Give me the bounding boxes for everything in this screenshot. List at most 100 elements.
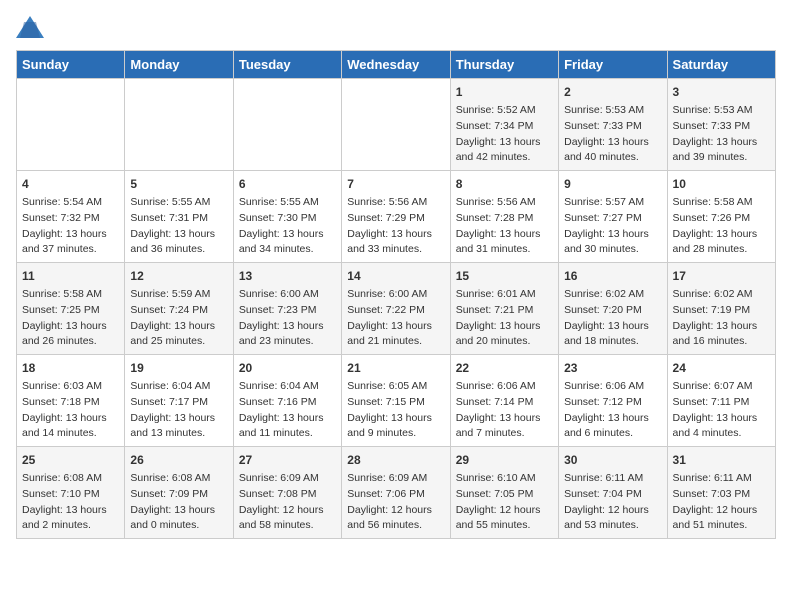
calendar-cell: 28 Sunrise: 6:09 AMSunset: 7:06 PMDayligh… bbox=[342, 447, 450, 539]
day-detail: Sunrise: 6:10 AM bbox=[456, 471, 553, 487]
day-detail: Sunset: 7:05 PM bbox=[456, 487, 553, 503]
weekday-header-friday: Friday bbox=[559, 51, 667, 79]
weekday-header-sunday: Sunday bbox=[17, 51, 125, 79]
day-detail: and 56 minutes. bbox=[347, 518, 444, 534]
day-detail: Sunrise: 5:55 AM bbox=[239, 195, 336, 211]
day-detail: Sunrise: 6:09 AM bbox=[239, 471, 336, 487]
day-detail: Sunrise: 6:08 AM bbox=[22, 471, 119, 487]
day-detail: Sunset: 7:17 PM bbox=[130, 395, 227, 411]
day-detail: Sunrise: 5:57 AM bbox=[564, 195, 661, 211]
day-detail: Sunrise: 6:11 AM bbox=[564, 471, 661, 487]
day-detail: and 4 minutes. bbox=[673, 426, 770, 442]
day-detail: Daylight: 12 hours bbox=[239, 503, 336, 519]
day-detail: and 0 minutes. bbox=[130, 518, 227, 534]
calendar-cell: 12Sunrise: 5:59 AMSunset: 7:24 PMDayligh… bbox=[125, 263, 233, 355]
day-detail: Sunrise: 5:56 AM bbox=[347, 195, 444, 211]
day-detail: Sunrise: 5:56 AM bbox=[456, 195, 553, 211]
day-detail: Daylight: 13 hours bbox=[239, 319, 336, 335]
day-number: 17 bbox=[673, 267, 770, 285]
calendar-cell: 20Sunrise: 6:04 AMSunset: 7:16 PMDayligh… bbox=[233, 355, 341, 447]
day-detail: Daylight: 12 hours bbox=[456, 503, 553, 519]
day-detail: and 9 minutes. bbox=[347, 426, 444, 442]
day-detail: Daylight: 13 hours bbox=[239, 227, 336, 243]
day-detail: Daylight: 12 hours bbox=[347, 503, 444, 519]
day-detail: Sunrise: 6:11 AM bbox=[673, 471, 770, 487]
day-detail: and 42 minutes. bbox=[456, 150, 553, 166]
day-detail: Daylight: 13 hours bbox=[347, 227, 444, 243]
day-detail: Daylight: 13 hours bbox=[347, 319, 444, 335]
calendar-cell: 25 Sunrise: 6:08 AMSunset: 7:10 PMDayligh… bbox=[17, 447, 125, 539]
calendar-cell: 2Sunrise: 5:53 AMSunset: 7:33 PMDaylight… bbox=[559, 79, 667, 171]
calendar-cell: 23Sunrise: 6:06 AMSunset: 7:12 PMDayligh… bbox=[559, 355, 667, 447]
day-detail: Sunrise: 5:58 AM bbox=[22, 287, 119, 303]
day-detail: Daylight: 13 hours bbox=[673, 227, 770, 243]
day-detail: Sunrise: 5:59 AM bbox=[130, 287, 227, 303]
day-detail: and 39 minutes. bbox=[673, 150, 770, 166]
day-detail: Sunset: 7:30 PM bbox=[239, 211, 336, 227]
calendar-week-1: 1Sunrise: 5:52 AMSunset: 7:34 PMDaylight… bbox=[17, 79, 776, 171]
day-number: 20 bbox=[239, 359, 336, 377]
day-number: 30 bbox=[564, 451, 661, 469]
day-detail: Daylight: 13 hours bbox=[456, 411, 553, 427]
calendar-cell: 17Sunrise: 6:02 AMSunset: 7:19 PMDayligh… bbox=[667, 263, 775, 355]
calendar-cell: 27Sunrise: 6:09 AMSunset: 7:08 PMDayligh… bbox=[233, 447, 341, 539]
calendar-cell: 5Sunrise: 5:55 AMSunset: 7:31 PMDaylight… bbox=[125, 171, 233, 263]
weekday-header-thursday: Thursday bbox=[450, 51, 558, 79]
day-detail: Sunset: 7:08 PM bbox=[239, 487, 336, 503]
calendar-cell: 30Sunrise: 6:11 AMSunset: 7:04 PMDayligh… bbox=[559, 447, 667, 539]
day-detail: Daylight: 13 hours bbox=[673, 135, 770, 151]
day-detail: Sunrise: 6:05 AM bbox=[347, 379, 444, 395]
day-detail: Sunrise: 6:07 AM bbox=[673, 379, 770, 395]
day-detail: and 36 minutes. bbox=[130, 242, 227, 258]
day-detail: Sunset: 7:06 PM bbox=[347, 487, 444, 503]
day-number: 16 bbox=[564, 267, 661, 285]
day-number: 26 bbox=[130, 451, 227, 469]
day-detail: Sunset: 7:33 PM bbox=[564, 119, 661, 135]
day-number: 10 bbox=[673, 175, 770, 193]
day-detail: Sunrise: 6:02 AM bbox=[673, 287, 770, 303]
day-detail: and 18 minutes. bbox=[564, 334, 661, 350]
day-detail: Sunrise: 5:52 AM bbox=[456, 103, 553, 119]
calendar-cell bbox=[342, 79, 450, 171]
day-detail: Daylight: 13 hours bbox=[456, 319, 553, 335]
day-detail: Sunrise: 5:54 AM bbox=[22, 195, 119, 211]
day-detail: Daylight: 13 hours bbox=[673, 411, 770, 427]
calendar-cell: 7Sunrise: 5:56 AMSunset: 7:29 PMDaylight… bbox=[342, 171, 450, 263]
day-detail: and 2 minutes. bbox=[22, 518, 119, 534]
day-detail: and 14 minutes. bbox=[22, 426, 119, 442]
page-header bbox=[16, 16, 776, 38]
day-detail: and 34 minutes. bbox=[239, 242, 336, 258]
day-detail: Sunrise: 6:09 AM bbox=[347, 471, 444, 487]
day-detail: Sunset: 7:31 PM bbox=[130, 211, 227, 227]
day-detail: Sunrise: 6:04 AM bbox=[239, 379, 336, 395]
day-number: 14 bbox=[347, 267, 444, 285]
day-number: 25 bbox=[22, 451, 119, 469]
day-detail: and 11 minutes. bbox=[239, 426, 336, 442]
calendar-week-4: 18Sunrise: 6:03 AMSunset: 7:18 PMDayligh… bbox=[17, 355, 776, 447]
day-detail: Sunset: 7:10 PM bbox=[22, 487, 119, 503]
calendar-cell: 10Sunrise: 5:58 AMSunset: 7:26 PMDayligh… bbox=[667, 171, 775, 263]
day-detail: and 7 minutes. bbox=[456, 426, 553, 442]
day-number: 28 bbox=[347, 451, 444, 469]
day-detail: Sunrise: 6:02 AM bbox=[564, 287, 661, 303]
day-detail: and 51 minutes. bbox=[673, 518, 770, 534]
day-detail: Sunset: 7:15 PM bbox=[347, 395, 444, 411]
calendar-cell: 4Sunrise: 5:54 AMSunset: 7:32 PMDaylight… bbox=[17, 171, 125, 263]
day-number: 22 bbox=[456, 359, 553, 377]
calendar-week-5: 25Sunrise: 6:08 AMSunset: 7:10 PMDayligh… bbox=[17, 447, 776, 539]
day-detail: Sunset: 7:33 PM bbox=[673, 119, 770, 135]
day-number: 5 bbox=[130, 175, 227, 193]
day-detail: Sunset: 7:03 PM bbox=[673, 487, 770, 503]
calendar-cell: 31Sunrise: 6:11 AMSunset: 7:03 PMDayligh… bbox=[667, 447, 775, 539]
weekday-header-saturday: Saturday bbox=[667, 51, 775, 79]
day-detail: Daylight: 13 hours bbox=[22, 503, 119, 519]
day-detail: and 31 minutes. bbox=[456, 242, 553, 258]
day-detail: and 13 minutes. bbox=[130, 426, 227, 442]
calendar-cell: 16Sunrise: 6:02 AMSunset: 7:20 PMDayligh… bbox=[559, 263, 667, 355]
day-number: 9 bbox=[564, 175, 661, 193]
day-detail: and 26 minutes. bbox=[22, 334, 119, 350]
day-detail: Sunrise: 6:00 AM bbox=[347, 287, 444, 303]
calendar-week-2: 4Sunrise: 5:54 AMSunset: 7:32 PMDaylight… bbox=[17, 171, 776, 263]
day-number: 21 bbox=[347, 359, 444, 377]
day-detail: and 53 minutes. bbox=[564, 518, 661, 534]
